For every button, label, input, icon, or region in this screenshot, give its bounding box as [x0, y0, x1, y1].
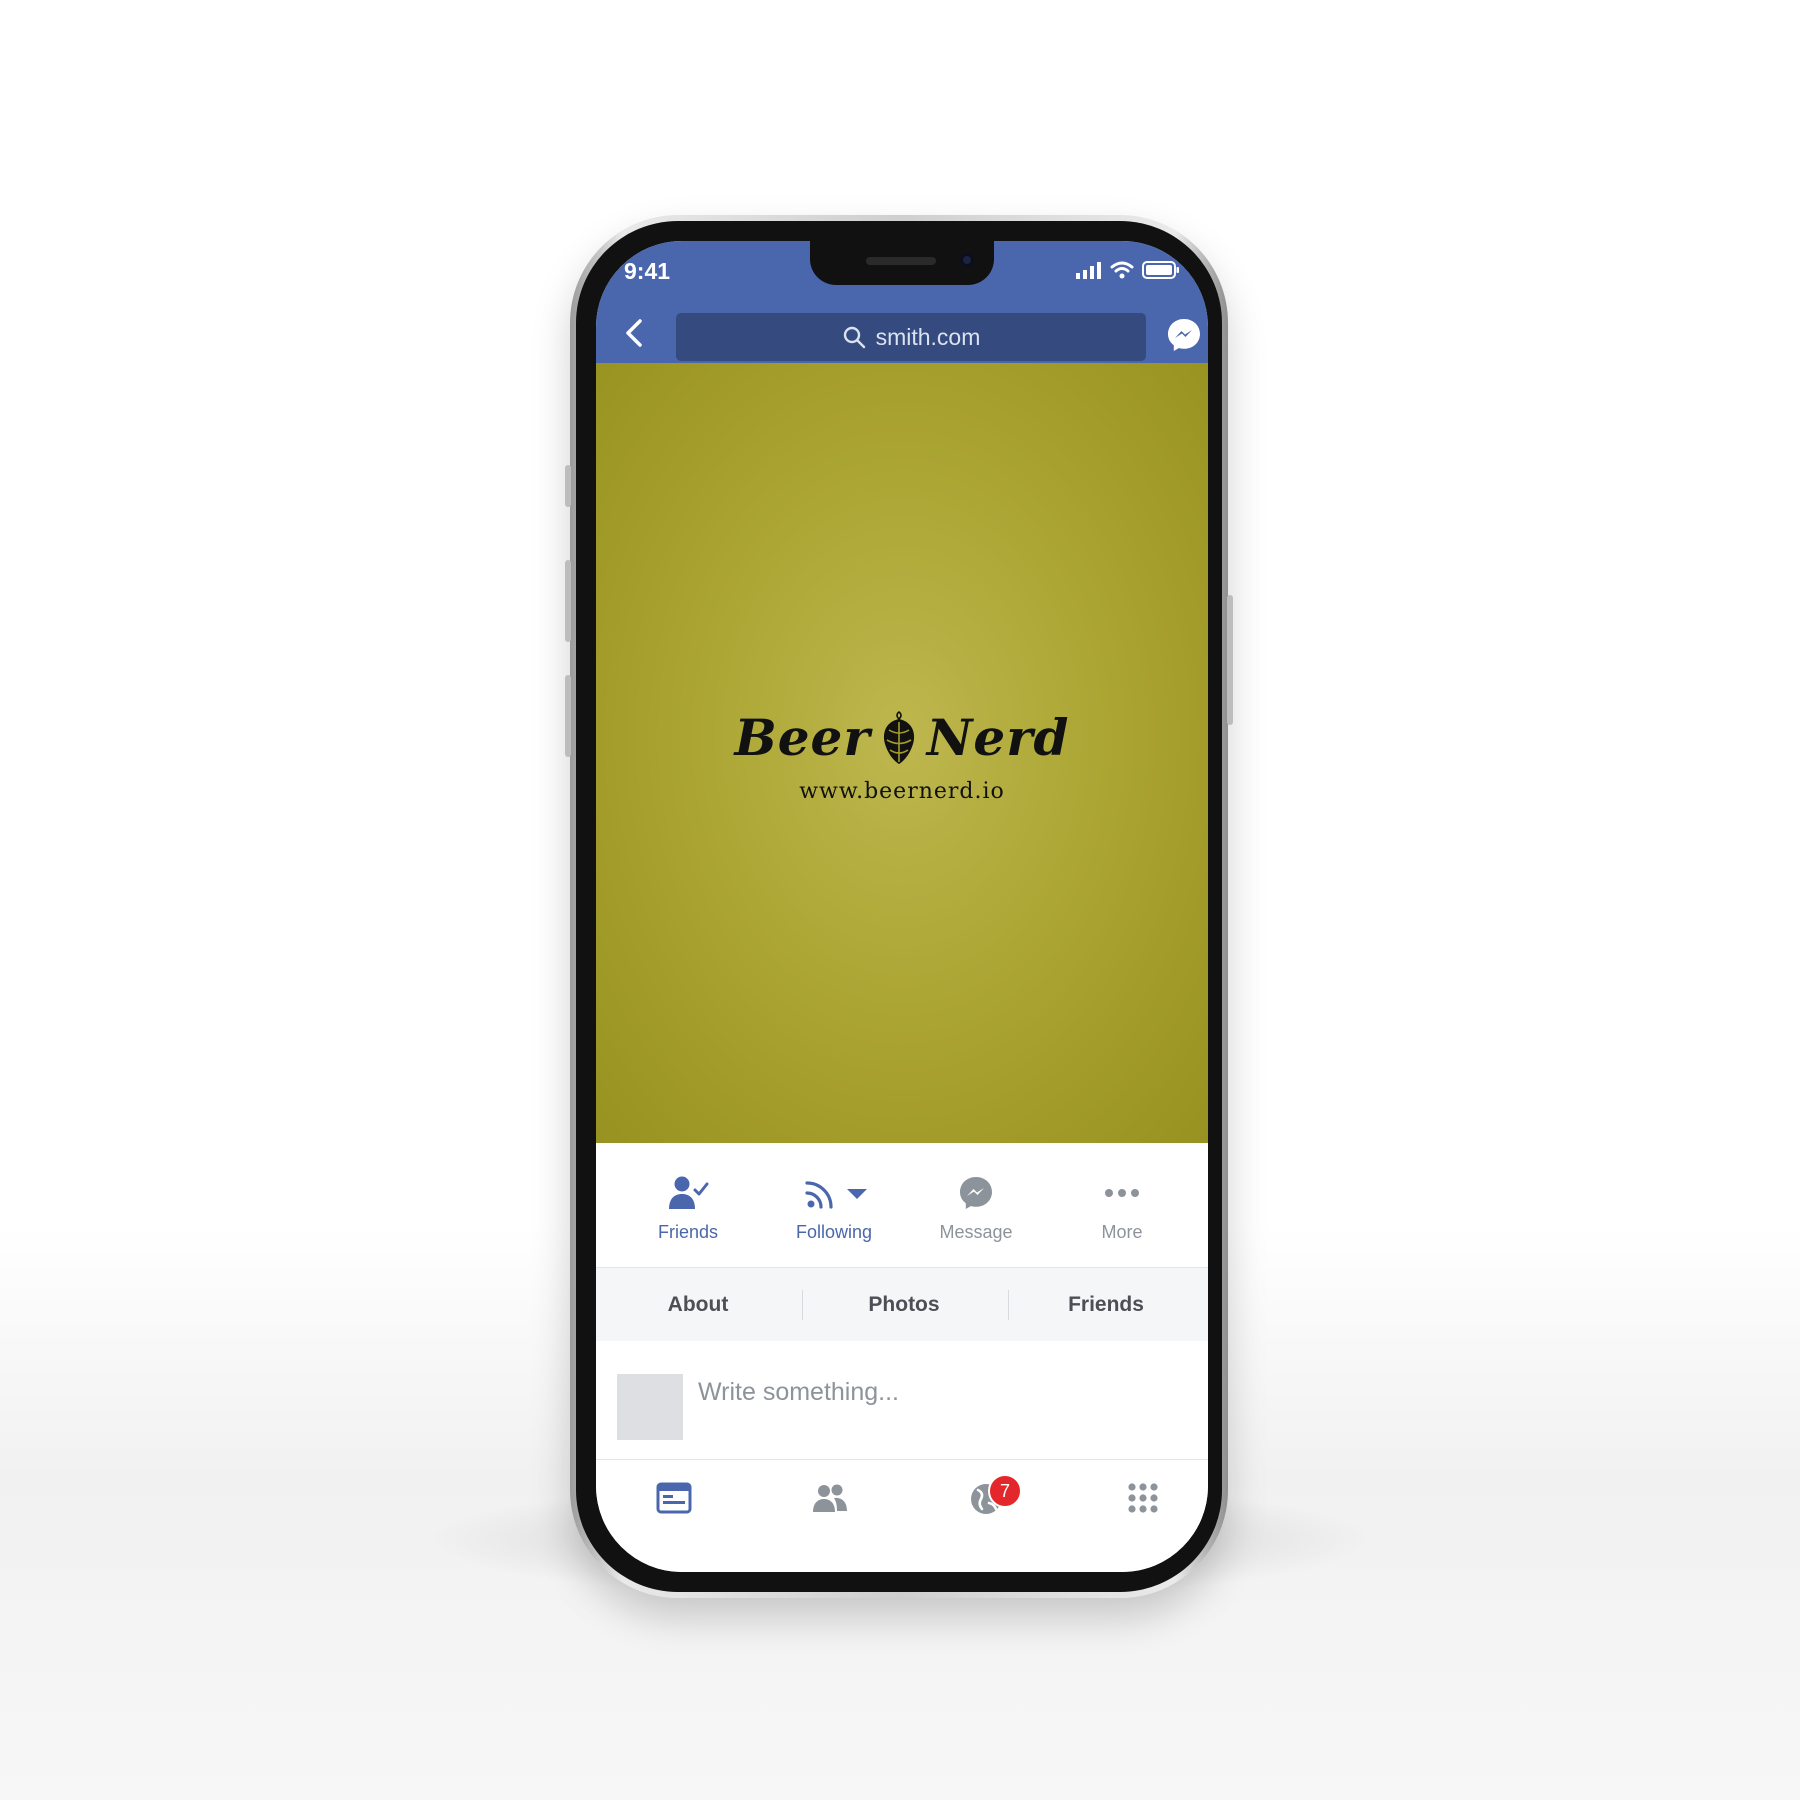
- following-label: Following: [795, 1222, 873, 1242]
- battery-icon: [1142, 261, 1179, 279]
- front-camera: [960, 253, 974, 267]
- friends-check-icon: [669, 1176, 709, 1209]
- friends-button[interactable]: Friends: [628, 1175, 748, 1243]
- volume-up-button: [565, 560, 571, 642]
- more-dots-icon: [1105, 1189, 1139, 1197]
- menu-grid-icon[interactable]: [1123, 1478, 1163, 1518]
- status-icons: [1076, 261, 1180, 279]
- friends-label: Friends: [657, 1222, 719, 1242]
- phone-screen: 9:41 smith.com Beer Nerd www.beernerd.io…: [596, 241, 1208, 1572]
- composer-placeholder: Write something...: [698, 1378, 900, 1406]
- hop-cone-icon: [883, 710, 914, 764]
- search-text: smith.com: [875, 323, 981, 350]
- status-time: 9:41: [624, 258, 671, 284]
- more-label: More: [1101, 1222, 1143, 1242]
- notifications-badge: 7: [988, 1474, 1022, 1508]
- speaker: [866, 257, 936, 265]
- following-button[interactable]: Following: [774, 1175, 894, 1243]
- more-button[interactable]: More: [1062, 1175, 1182, 1243]
- mute-switch: [565, 465, 571, 507]
- phone-device: 9:41 smith.com Beer Nerd www.beernerd.io…: [565, 215, 1233, 1598]
- message-label: Message: [939, 1222, 1013, 1242]
- volume-down-button: [565, 675, 571, 757]
- search-icon: [843, 326, 865, 349]
- brand-word-right: Nerd: [926, 708, 1070, 767]
- brand-word-left: Beer: [734, 708, 871, 767]
- message-button[interactable]: Message: [916, 1175, 1036, 1243]
- messenger-icon: [960, 1177, 992, 1209]
- brand-url: www.beernerd.io: [799, 779, 1005, 804]
- phone-bezel: 9:41 smith.com Beer Nerd www.beernerd.io…: [576, 221, 1222, 1592]
- profile-actions: Friends Following Message More: [596, 1143, 1208, 1268]
- profile-tabs: About Photos Friends: [596, 1268, 1208, 1341]
- brand-logo: Beer Nerd www.beernerd.io: [596, 708, 1208, 804]
- messenger-icon[interactable]: [1166, 317, 1202, 353]
- bottom-tabbar: 7: [596, 1460, 1208, 1572]
- cellular-signal-icon: [1076, 262, 1101, 279]
- power-button: [1227, 595, 1233, 725]
- brand-wordmark: Beer Nerd: [596, 708, 1208, 767]
- rss-icon: [805, 1181, 867, 1209]
- dropdown-caret-icon: [847, 1189, 867, 1199]
- top-navbar: smith.com: [596, 303, 1208, 363]
- back-chevron-icon[interactable]: [618, 315, 652, 351]
- cover-photo[interactable]: Beer Nerd www.beernerd.io: [596, 363, 1208, 1143]
- tab-friends[interactable]: Friends: [1004, 1268, 1208, 1341]
- tab-photos[interactable]: Photos: [802, 1268, 1006, 1341]
- friend-requests-icon[interactable]: [810, 1478, 850, 1518]
- news-feed-icon[interactable]: [654, 1478, 694, 1518]
- tab-about[interactable]: About: [596, 1268, 800, 1341]
- post-composer[interactable]: Write something...: [596, 1341, 1208, 1460]
- wifi-icon: [1110, 261, 1134, 279]
- search-bar[interactable]: smith.com: [676, 313, 1146, 361]
- notch: [810, 241, 994, 285]
- avatar: [617, 1374, 683, 1440]
